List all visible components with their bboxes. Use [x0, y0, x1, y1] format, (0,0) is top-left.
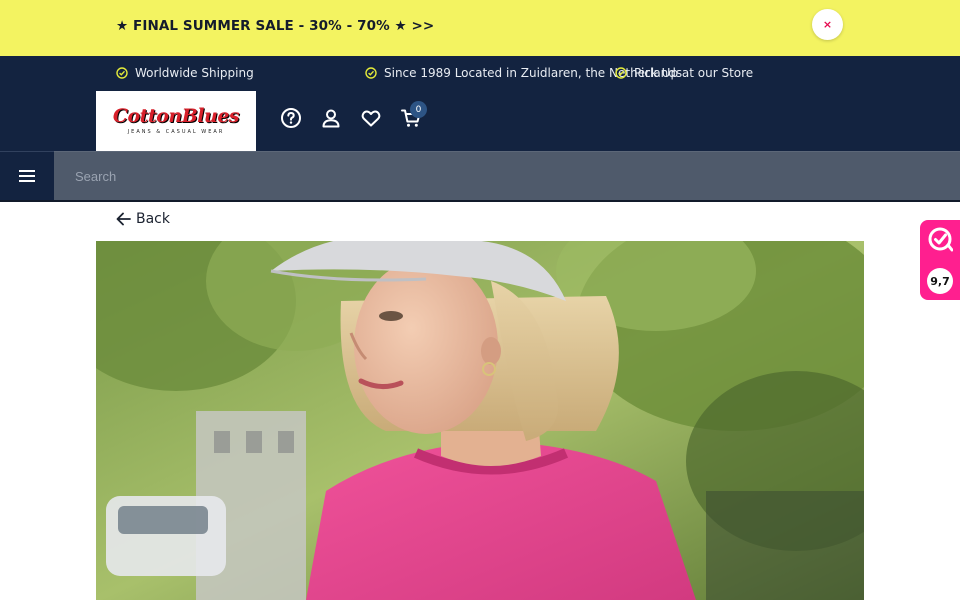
account-button[interactable]	[319, 106, 343, 130]
check-circle-icon	[365, 67, 377, 79]
usp-label: Pick Up at our Store	[634, 66, 754, 80]
arrow-left-icon	[116, 212, 131, 226]
back-link[interactable]: Back	[116, 211, 170, 227]
promo-close-button[interactable]: ×	[812, 9, 843, 40]
header-divider	[0, 200, 960, 202]
rating-widget[interactable]: 9,7	[920, 220, 960, 300]
hamburger-menu-icon	[19, 170, 35, 182]
site-header: Worldwide Shipping Since 1989 Located in…	[0, 56, 960, 152]
promo-text[interactable]: ★ FINAL SUMMER SALE - 30% - 70% ★ >>	[116, 18, 434, 34]
usp-label: Worldwide Shipping	[135, 66, 254, 80]
site-logo[interactable]: CottonBlues JEANS & CASUAL WEAR	[96, 91, 256, 151]
close-icon: ×	[822, 18, 833, 31]
kiyoh-logo-icon	[928, 227, 953, 252]
logo-wordmark: CottonBlues	[112, 105, 240, 127]
hero-image	[96, 241, 864, 600]
rating-score: 9,7	[927, 268, 953, 294]
help-button[interactable]	[279, 106, 303, 130]
promo-bar: ★ FINAL SUMMER SALE - 30% - 70% ★ >> ×	[0, 0, 960, 56]
heart-icon	[361, 110, 381, 127]
wishlist-button[interactable]	[359, 106, 383, 130]
help-circle-icon	[281, 108, 301, 128]
back-label: Back	[136, 211, 170, 227]
check-circle-icon	[116, 67, 128, 79]
search-input[interactable]	[54, 151, 960, 200]
user-icon	[322, 109, 340, 128]
usp-pickup: Pick Up at our Store	[615, 66, 753, 80]
check-circle-icon	[615, 67, 627, 79]
cart-count-badge: 0	[410, 101, 427, 118]
menu-toggle-button[interactable]	[0, 151, 54, 200]
logo-tagline: JEANS & CASUAL WEAR	[127, 129, 225, 135]
hero-photo	[96, 241, 864, 600]
usp-shipping: Worldwide Shipping	[116, 66, 254, 80]
